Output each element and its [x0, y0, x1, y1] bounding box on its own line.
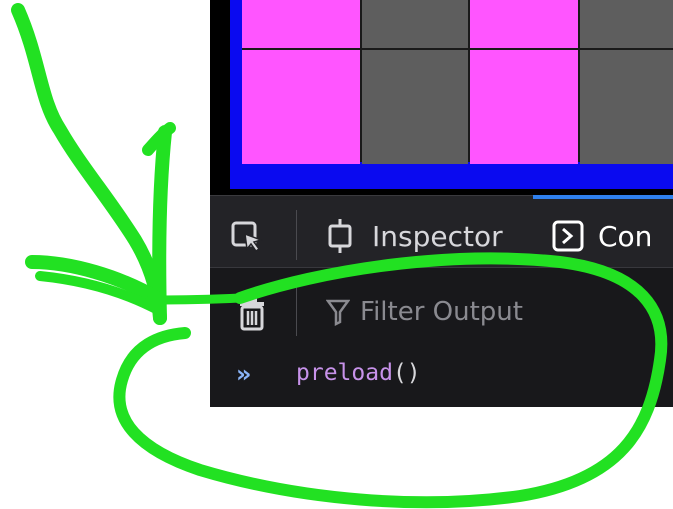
arrow-shaft — [11, 3, 167, 325]
filter-output-input[interactable]: Filter Output — [326, 292, 523, 332]
arrow-head-left-2 — [35, 271, 163, 315]
tab-label: Inspector — [372, 219, 503, 253]
tile — [580, 0, 673, 48]
tab-console[interactable]: Con — [552, 214, 652, 258]
tile — [362, 50, 468, 164]
arrow-head-right — [152, 125, 172, 325]
tab-label: Con — [598, 219, 653, 253]
game-canvas — [210, 0, 673, 195]
element-picker-button[interactable] — [230, 220, 264, 254]
toolbar-separator — [296, 210, 297, 260]
clear-console-button[interactable] — [238, 297, 266, 335]
inspector-icon — [322, 218, 358, 254]
tile — [580, 50, 673, 164]
arrow-head-left — [25, 255, 167, 307]
tile — [362, 0, 468, 48]
tile — [470, 50, 578, 164]
active-tab-indicator — [533, 195, 673, 199]
filter-separator — [296, 286, 297, 336]
tile — [470, 0, 578, 48]
console-code-parens: () — [392, 360, 421, 386]
tab-inspector[interactable]: Inspector — [322, 214, 503, 258]
console-input-row[interactable] — [210, 350, 673, 407]
tile — [242, 0, 360, 48]
element-picker-icon — [231, 221, 264, 253]
console-prompt: » — [236, 360, 252, 388]
tile-grid — [242, 0, 673, 164]
arrow-head-top — [142, 122, 176, 156]
console-input[interactable]: preload() — [296, 360, 421, 386]
console-code-function: preload — [296, 360, 393, 386]
trash-icon — [240, 298, 264, 331]
console-icon — [552, 220, 584, 252]
filter-icon — [326, 298, 350, 326]
filter-placeholder: Filter Output — [360, 297, 523, 327]
tile — [242, 50, 360, 164]
